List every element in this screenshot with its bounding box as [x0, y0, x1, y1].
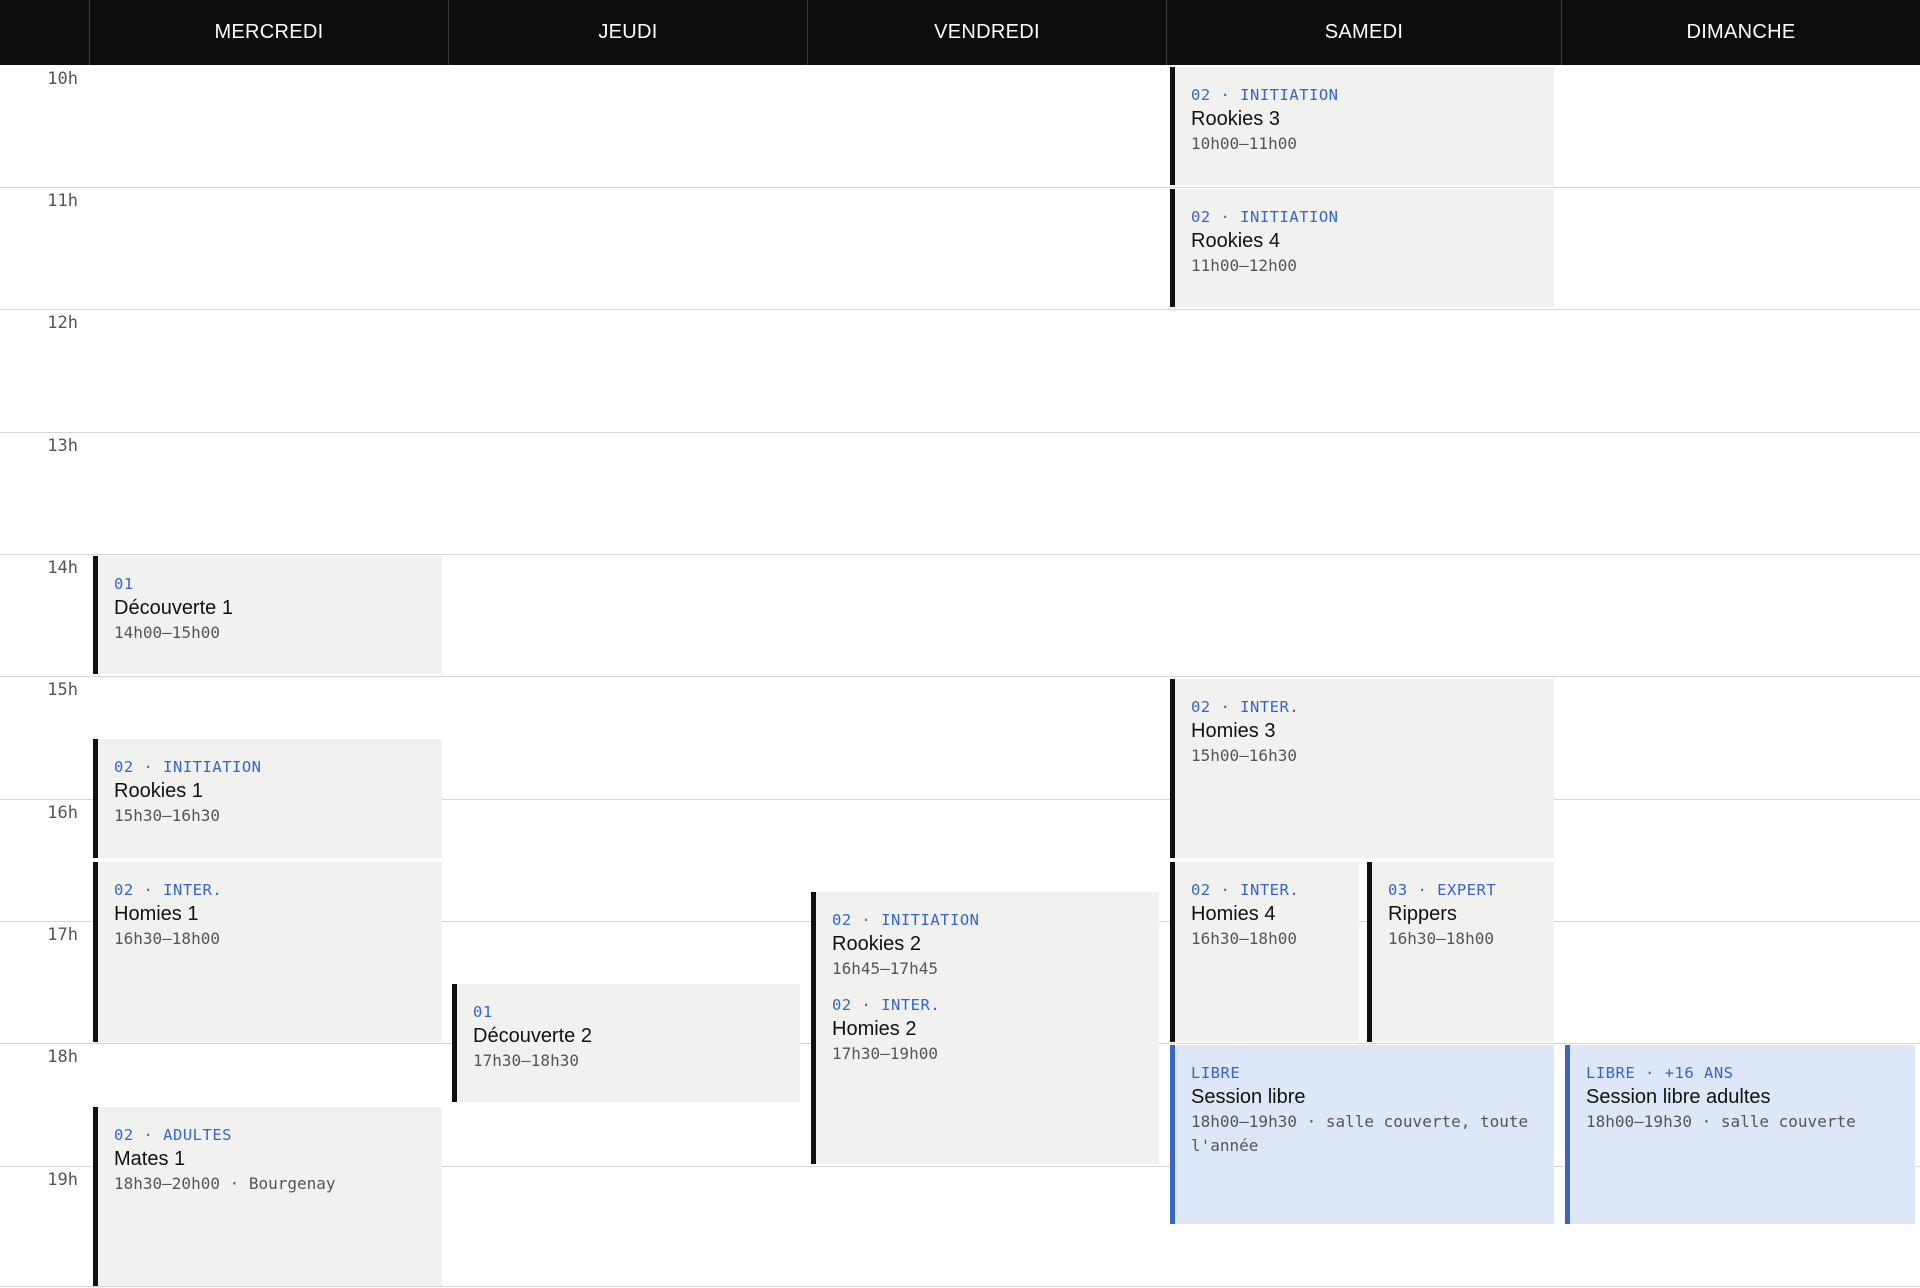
event-tag: 02 · INITIATION: [832, 911, 980, 929]
event-card-rookies-3[interactable]: 02 · INITIATION Rookies 3 10h00–11h00: [1170, 67, 1554, 185]
event-title: Session libre: [1191, 1086, 1306, 1108]
event-card-homies-1[interactable]: 02 · INTER. Homies 1 16h30–18h00: [93, 862, 442, 1042]
event-time: 15h00–16h30: [1191, 746, 1297, 765]
event-title: Homies 1: [114, 903, 199, 925]
event-title: Session libre adultes: [1586, 1086, 1771, 1108]
hour-line: [0, 1286, 1920, 1287]
event-tag: 02 · INTER.: [1191, 698, 1300, 716]
event-tag: 02 · INITIATION: [1191, 86, 1339, 104]
hour-line: [0, 432, 1920, 433]
event-time: 17h30–19h00: [832, 1044, 938, 1063]
event-card-homies-4[interactable]: 02 · INTER. Homies 4 16h30–18h00: [1170, 862, 1359, 1042]
event-title: Découverte 2: [473, 1025, 592, 1047]
event-time: 16h30–18h00: [1191, 929, 1297, 948]
event-title: Rookies 2: [832, 933, 921, 955]
event-card-decouverte-2[interactable]: 01 Découverte 2 17h30–18h30: [452, 984, 800, 1102]
event-card-rookies-2-homies-2[interactable]: 02 · INITIATION Rookies 2 16h45–17h45 02…: [811, 892, 1159, 1164]
event-time: 15h30–16h30: [114, 806, 220, 825]
hour-label: 18h: [47, 1047, 78, 1067]
event-time: 10h00–11h00: [1191, 134, 1297, 153]
day-header-vendredi: VENDREDI: [807, 0, 1166, 65]
hour-line: [0, 187, 1920, 188]
event-title: Rookies 1: [114, 780, 203, 802]
event-tag: 02 · INTER.: [1191, 881, 1300, 899]
hour-label: 11h: [47, 191, 78, 211]
hour-label: 10h: [47, 69, 78, 89]
event-card-mates-1[interactable]: 02 · ADULTES Mates 1 18h30–20h00 · Bourg…: [93, 1107, 442, 1286]
event-time: 18h00–19h30 · salle couverte, toute l'an…: [1191, 1112, 1538, 1155]
event-time: 16h30–18h00: [114, 929, 220, 948]
event-card-decouverte-1[interactable]: 01 Découverte 1 14h00–15h00: [93, 556, 442, 674]
event-title: Rookies 4: [1191, 230, 1280, 252]
event-tag: 01: [473, 1003, 493, 1021]
hour-label: 14h: [47, 558, 78, 578]
event-tag: 03 · EXPERT: [1388, 881, 1497, 899]
event-card-session-libre-adultes[interactable]: LIBRE · +16 ANS Session libre adultes 18…: [1565, 1045, 1915, 1224]
event-card-homies-3[interactable]: 02 · INTER. Homies 3 15h00–16h30: [1170, 679, 1554, 858]
event-card-rippers[interactable]: 03 · EXPERT Rippers 16h30–18h00: [1367, 862, 1554, 1042]
event-title: Rookies 3: [1191, 108, 1280, 130]
event-time: 14h00–15h00: [114, 623, 220, 642]
hour-label: 15h: [47, 680, 78, 700]
event-card-session-libre[interactable]: LIBRE Session libre 18h00–19h30 · salle …: [1170, 1045, 1554, 1224]
event-tag: LIBRE: [1191, 1064, 1241, 1082]
day-header-dimanche: DIMANCHE: [1561, 0, 1920, 65]
event-tag: 02 · INITIATION: [114, 758, 262, 776]
hour-label: 19h: [47, 1170, 78, 1190]
event-time: 11h00–12h00: [1191, 256, 1297, 275]
event-time: 16h45–17h45: [832, 959, 938, 978]
event-title: Homies 4: [1191, 903, 1276, 925]
day-header-samedi: SAMEDI: [1166, 0, 1561, 65]
hour-line: [0, 676, 1920, 677]
day-header-mercredi: MERCREDI: [89, 0, 448, 65]
event-time: 17h30–18h30: [473, 1051, 579, 1070]
event-tag: LIBRE · +16 ANS: [1586, 1064, 1734, 1082]
event-tag: 02 · ADULTES: [114, 1126, 232, 1144]
event-title: Rippers: [1388, 903, 1457, 925]
event-card-rookies-4[interactable]: 02 · INITIATION Rookies 4 11h00–12h00: [1170, 189, 1554, 307]
hour-label: 16h: [47, 803, 78, 823]
event-title: Découverte 1: [114, 597, 233, 619]
event-time: 16h30–18h00: [1388, 929, 1494, 948]
hour-label: 13h: [47, 436, 78, 456]
event-card-rookies-1[interactable]: 02 · INITIATION Rookies 1 15h30–16h30: [93, 739, 442, 858]
event-tag: 02 · INTER.: [832, 996, 941, 1014]
hour-line: [0, 554, 1920, 555]
day-header-bar: MERCREDI JEUDI VENDREDI SAMEDI DIMANCHE: [0, 0, 1920, 65]
event-time: 18h30–20h00 · Bourgenay: [114, 1174, 336, 1193]
event-tag: 02 · INTER.: [114, 881, 223, 899]
event-time: 18h00–19h30 · salle couverte: [1586, 1112, 1856, 1131]
event-title: Mates 1: [114, 1148, 186, 1170]
event-title: Homies 3: [1191, 720, 1276, 742]
day-header-jeudi: JEUDI: [448, 0, 807, 65]
event-tag: 01: [114, 575, 134, 593]
event-title: Homies 2: [832, 1018, 917, 1040]
hour-label: 17h: [47, 925, 78, 945]
hour-line: [0, 309, 1920, 310]
hour-label: 12h: [47, 313, 78, 333]
event-tag: 02 · INITIATION: [1191, 208, 1339, 226]
header-corner: [0, 0, 89, 65]
